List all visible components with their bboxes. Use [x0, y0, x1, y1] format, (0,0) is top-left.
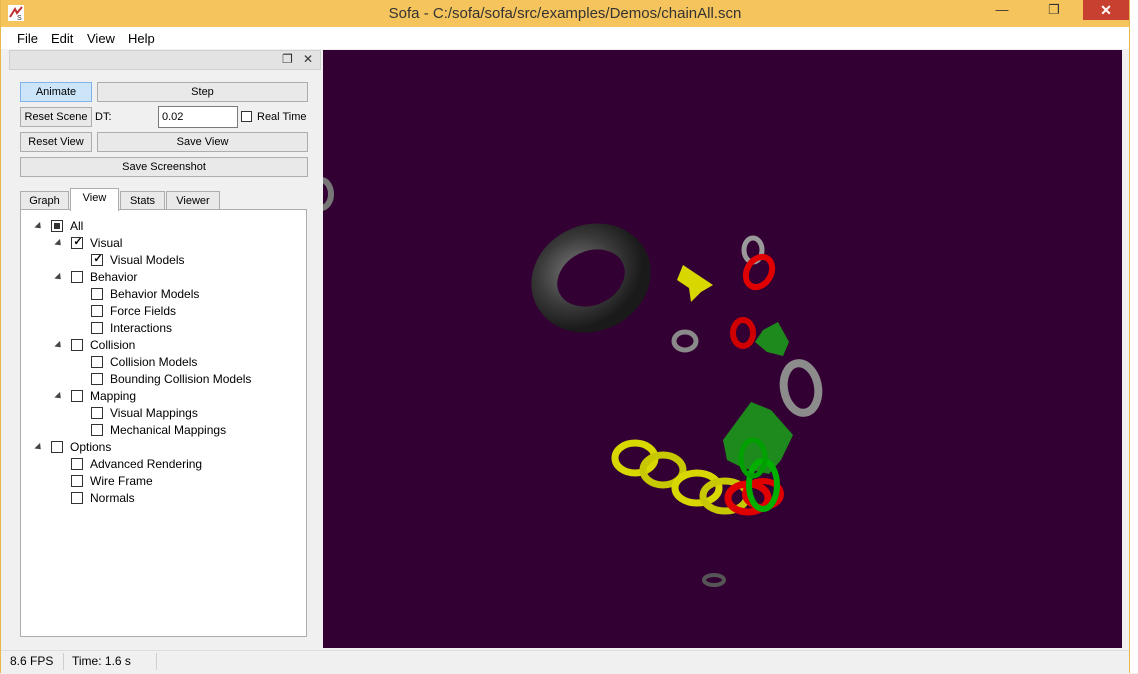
normals-checkbox[interactable] [71, 492, 83, 504]
interactions-checkbox[interactable] [91, 322, 103, 334]
real-time-checkbox[interactable] [241, 111, 252, 122]
dt-input[interactable]: 0.02 [158, 106, 238, 128]
window-title: Sofa - C:/sofa/sofa/src/examples/Demos/c… [388, 5, 742, 22]
status-bar: 8.6 FPS Time: 1.6 s [1, 650, 1129, 674]
status-divider [156, 653, 157, 670]
mapping-checkbox[interactable] [71, 390, 83, 402]
scene-render [323, 177, 823, 587]
visual-models-checkbox[interactable]: ✓ [91, 253, 103, 266]
control-dock: ❐ ✕ Animate Step Reset Scene DT: 0.02 Re… [9, 50, 321, 648]
gray-link [779, 359, 823, 417]
force-fields-checkbox[interactable] [91, 305, 103, 317]
reset-view-button[interactable]: Reset View [20, 132, 92, 152]
gray-link-edge [323, 177, 334, 211]
visual-checkbox[interactable]: ✓ [71, 236, 83, 249]
save-view-button[interactable]: Save View [97, 132, 308, 152]
red-link [730, 317, 756, 349]
tab-view[interactable]: View [70, 188, 119, 211]
behavior-checkbox[interactable] [71, 271, 83, 283]
animate-button[interactable]: Animate [20, 82, 92, 102]
title-bar[interactable]: S Sofa - C:/sofa/sofa/src/examples/Demos… [1, 0, 1129, 27]
save-screenshot-button[interactable]: Save Screenshot [20, 157, 308, 177]
advanced-rendering-checkbox[interactable] [71, 458, 83, 470]
3d-viewport[interactable] [323, 50, 1122, 648]
background-window-edge [1130, 0, 1138, 673]
behavior-models-checkbox[interactable] [91, 288, 103, 300]
dock-header[interactable]: ❐ ✕ [9, 50, 321, 70]
tab-stats[interactable]: Stats [120, 191, 165, 210]
dt-label: DT: [95, 111, 112, 123]
large-gray-torus [531, 223, 651, 333]
mechanical-mappings-checkbox[interactable] [91, 424, 103, 436]
visual-mappings-checkbox[interactable] [91, 407, 103, 419]
menu-edit[interactable]: Edit [51, 31, 73, 46]
tab-graph[interactable]: Graph [20, 191, 69, 210]
minimize-icon[interactable]: — [987, 0, 1017, 20]
menu-view[interactable]: View [87, 31, 115, 46]
collision-checkbox[interactable] [71, 339, 83, 351]
fps-readout: 8.6 FPS [10, 654, 54, 668]
dock-close-icon[interactable]: ✕ [303, 52, 313, 66]
restore-icon[interactable]: ❐ [1039, 0, 1069, 20]
real-time-label: Real Time [257, 111, 307, 123]
all-checkbox[interactable] [51, 220, 63, 232]
bounding-collision-models-checkbox[interactable] [91, 373, 103, 385]
yellow-link [671, 469, 723, 507]
status-divider [63, 653, 64, 670]
gray-link [702, 573, 726, 587]
menu-bar: File Edit View Help [1, 27, 1129, 49]
tab-viewer[interactable]: Viewer [166, 191, 220, 210]
sofa-window: S Sofa - C:/sofa/sofa/src/examples/Demos… [0, 0, 1130, 674]
collision-models-checkbox[interactable] [91, 356, 103, 368]
green-star-mesh [755, 322, 789, 356]
dock-float-icon[interactable]: ❐ [282, 52, 293, 66]
step-button[interactable]: Step [97, 82, 308, 102]
options-checkbox[interactable] [51, 441, 63, 453]
wire-frame-checkbox[interactable] [71, 475, 83, 487]
close-window-button[interactable]: ✕ [1083, 0, 1129, 20]
reset-scene-button[interactable]: Reset Scene [20, 107, 92, 127]
menu-help[interactable]: Help [128, 31, 155, 46]
yellow-star-mesh [677, 265, 713, 302]
time-readout: Time: 1.6 s [72, 654, 131, 668]
menu-file[interactable]: File [17, 31, 38, 46]
gray-link [671, 329, 699, 353]
